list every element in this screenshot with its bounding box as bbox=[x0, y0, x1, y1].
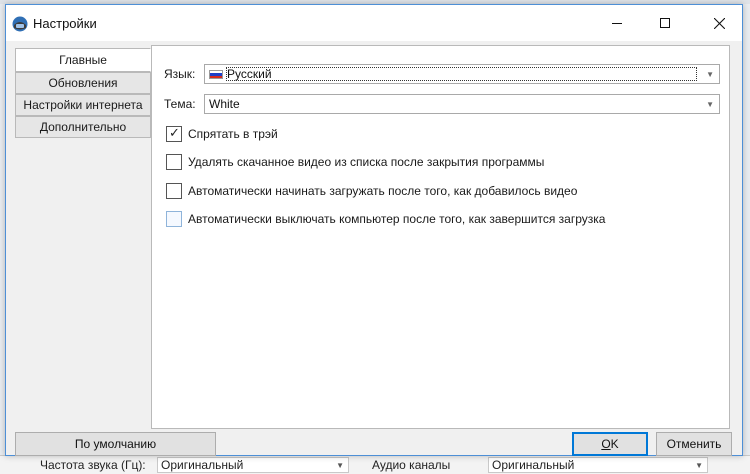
theme-label: Тема: bbox=[164, 97, 196, 111]
background-audio-frequency-select[interactable]: Оригинальный ▼ bbox=[157, 457, 349, 473]
window-title: Настройки bbox=[33, 16, 97, 31]
restore-defaults-button[interactable]: По умолчанию bbox=[15, 432, 216, 456]
theme-select[interactable]: White ▼ bbox=[204, 94, 720, 114]
minimize-icon bbox=[612, 23, 622, 24]
hide-to-tray-checkbox[interactable]: ✓ bbox=[166, 125, 182, 142]
ok-button[interactable]: OK bbox=[572, 432, 648, 456]
background-audio-frequency-label: Частота звука (Гц): bbox=[40, 458, 146, 472]
delete-downloaded-checkbox[interactable] bbox=[166, 154, 182, 170]
hide-to-tray-label: Спрятать в трэй bbox=[188, 127, 278, 141]
chevron-down-icon: ▼ bbox=[706, 70, 714, 79]
tab-advanced[interactable]: Дополнительно bbox=[15, 116, 151, 138]
auto-start-download-checkbox[interactable] bbox=[166, 183, 182, 199]
ok-mnemonic: O bbox=[601, 437, 611, 451]
maximize-icon bbox=[660, 18, 670, 28]
cancel-button[interactable]: Отменить bbox=[656, 432, 732, 456]
tab-general[interactable]: Главные bbox=[15, 48, 151, 72]
general-settings-panel: Язык: Русский ▼ Тема: White ▼ ✓ Спрятать… bbox=[151, 45, 730, 429]
auto-shutdown-checkbox[interactable] bbox=[166, 211, 182, 227]
close-button[interactable] bbox=[696, 5, 742, 41]
theme-value: White bbox=[209, 97, 240, 111]
maximize-button[interactable] bbox=[642, 5, 688, 41]
title-bar[interactable]: Настройки bbox=[6, 5, 742, 41]
app-icon bbox=[12, 16, 28, 32]
chevron-down-icon: ▼ bbox=[336, 461, 344, 470]
checkmark-icon: ✓ bbox=[169, 125, 180, 140]
language-label: Язык: bbox=[164, 67, 196, 81]
chevron-down-icon: ▼ bbox=[695, 461, 703, 470]
background-audio-channels-label: Аудио каналы bbox=[372, 458, 451, 472]
background-audio-channels-select[interactable]: Оригинальный ▼ bbox=[488, 457, 708, 473]
ok-label-rest: K bbox=[610, 437, 619, 451]
tab-updates[interactable]: Обновления bbox=[15, 72, 151, 94]
russian-flag-icon bbox=[209, 70, 223, 79]
settings-dialog: Настройки Главные Обновления Настройки и… bbox=[5, 4, 743, 456]
auto-start-download-label: Автоматически начинать загружать после т… bbox=[188, 184, 578, 198]
close-icon bbox=[713, 17, 725, 29]
minimize-button[interactable] bbox=[594, 5, 640, 41]
language-value: Русский bbox=[227, 67, 272, 81]
delete-downloaded-label: Удалять скачанное видео из списка после … bbox=[188, 155, 545, 169]
auto-shutdown-label: Автоматически выключать компьютер после … bbox=[188, 212, 606, 226]
focus-rectangle bbox=[226, 67, 697, 81]
language-select[interactable]: Русский ▼ bbox=[204, 64, 720, 84]
chevron-down-icon: ▼ bbox=[706, 100, 714, 109]
tab-internet-settings[interactable]: Настройки интернета bbox=[15, 94, 151, 116]
